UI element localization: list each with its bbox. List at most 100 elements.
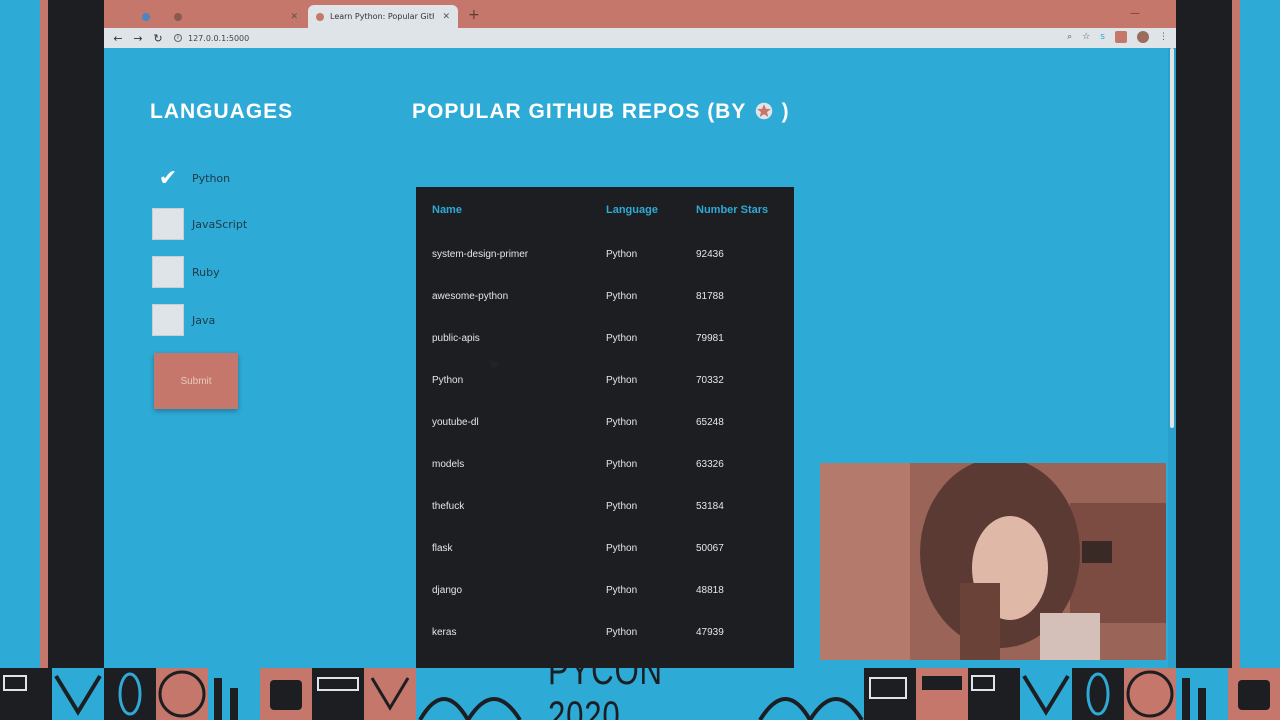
tab-favicon-icon [174,12,182,21]
star-icon [755,102,773,120]
extension-icon[interactable]: s [1100,32,1105,42]
table-row: thefuck Python 53184 [416,485,794,527]
checkbox[interactable] [152,304,184,336]
language-label: JavaScript [192,217,248,231]
tab-strip: ✕ Learn Python: Popular GitHub ✕ + — [104,0,1176,28]
language-option-javascript[interactable]: JavaScript [152,208,247,240]
submit-button[interactable]: Submit [154,353,238,409]
pycon-logo-text: PYCON 2020 [547,668,663,720]
repo-stars: 65248 [696,416,724,428]
url-text: 127.0.0.1:5000 [188,33,250,43]
close-icon[interactable]: ✕ [442,12,450,22]
extension-icon[interactable] [1115,31,1127,43]
repo-stars: 50067 [696,542,724,554]
repo-name: Python [432,374,464,386]
repo-name: awesome-python [432,290,509,302]
column-header-stars: Number Stars [696,204,769,216]
address-bar[interactable]: i 127.0.0.1:5000 [174,34,249,43]
table-row: models Python 63326 [416,443,794,485]
tab-active[interactable]: Learn Python: Popular GitHub ✕ [308,5,458,28]
repo-language: Python [606,542,638,554]
checkmark-icon: ✔ [158,165,178,191]
repo-name: youtube-dl [432,416,479,428]
table-row: awesome-python Python 81788 [416,275,794,317]
language-label: Java [192,313,216,327]
repo-stars: 48818 [696,584,724,596]
tab-favicon-icon [316,12,324,21]
repo-stars: 53184 [696,500,724,512]
table-row: keras Python 47939 [416,611,794,653]
repo-name: keras [432,626,457,638]
checkbox[interactable] [152,208,184,240]
repo-language: Python [606,374,638,386]
repo-language: Python [606,416,638,428]
checkbox[interactable] [152,256,184,288]
info-icon[interactable]: i [174,34,182,42]
checkbox-checked[interactable]: ✔ [152,162,184,194]
webcam-video [820,463,1166,660]
column-header-language: Language [606,204,658,216]
bookmark-star-icon[interactable]: ☆ [1082,32,1090,42]
table-row: django Python 48818 [416,569,794,611]
table-row: flask Python 50067 [416,527,794,569]
repo-stars: 70332 [696,374,724,386]
repo-stars: 92436 [696,248,724,260]
repo-name: models [432,458,465,470]
table-row: youtube-dl Python 65248 [416,401,794,443]
repo-language: Python [606,584,638,596]
language-option-ruby[interactable]: Ruby [152,256,220,288]
slide-frame-left-edge [40,0,48,668]
tab-inactive-2[interactable]: ✕ [166,5,306,28]
pycon-logo-box: PYCON 2020 [522,668,758,720]
slide-frame-right-dark [1176,0,1232,668]
repo-language: Python [606,290,638,302]
repo-name: public-apis [432,332,480,344]
repo-stars: 47939 [696,626,724,638]
menu-icon[interactable]: ⋮ [1159,32,1168,42]
slide-frame-left [0,0,40,668]
repo-language: Python [606,458,638,470]
repo-stars: 81788 [696,290,724,302]
repo-stars: 63326 [696,458,724,470]
tab-title: Learn Python: Popular GitHub [330,12,434,21]
new-tab-button[interactable]: + [468,7,480,23]
repo-name: flask [432,542,453,554]
repos-table-container: Name Language Number Stars system-design… [416,187,794,668]
language-option-python[interactable]: ✔ Python [152,162,230,194]
repo-name: django [432,584,463,596]
forward-icon[interactable]: → [128,32,148,45]
language-label: Python [192,171,231,185]
page-scrollbar[interactable] [1168,48,1176,668]
window-minimize-icon[interactable]: — [1130,8,1140,19]
browser-toolbar: ← → ↻ i 127.0.0.1:5000 ⌕ ☆ s ⋮ [104,28,1176,48]
slide-frame-right [1240,0,1280,668]
back-icon[interactable]: ← [108,32,128,45]
column-header-name: Name [432,204,462,216]
tab-favicon-icon [142,12,150,21]
table-row: public-apis Python 79981 [416,317,794,359]
repo-language: Python [606,500,638,512]
close-icon[interactable]: ✕ [290,12,298,22]
repo-language: Python [606,626,638,638]
slide-frame-right-edge [1232,0,1240,668]
repos-heading: POPULAR GITHUB REPOS (BY ) [412,100,790,124]
zoom-icon[interactable]: ⌕ [1067,32,1072,42]
tab-inactive-1[interactable] [134,5,164,28]
repo-name: thefuck [432,500,465,512]
repo-language: Python [606,248,638,260]
reload-icon[interactable]: ↻ [148,32,168,45]
toolbar-actions: ⌕ ☆ s ⋮ [1067,31,1168,43]
scrollbar-thumb[interactable] [1170,48,1174,428]
pycon-footer-banner: PYCON 2020 [0,668,1280,720]
language-option-java[interactable]: Java [152,304,215,336]
repo-stars: 79981 [696,332,724,344]
repos-heading-text: POPULAR GITHUB REPOS (BY [412,100,746,123]
repos-heading-close: ) [781,100,790,123]
speaker-video-frame [820,463,1166,660]
table-header-row: Name Language Number Stars [416,187,794,233]
profile-avatar[interactable] [1137,31,1149,43]
slide-frame-left-dark [48,0,104,668]
repo-name: system-design-primer [432,248,529,260]
languages-heading: LANGUAGES [150,100,294,123]
table-row: Python Python 70332 [416,359,794,401]
